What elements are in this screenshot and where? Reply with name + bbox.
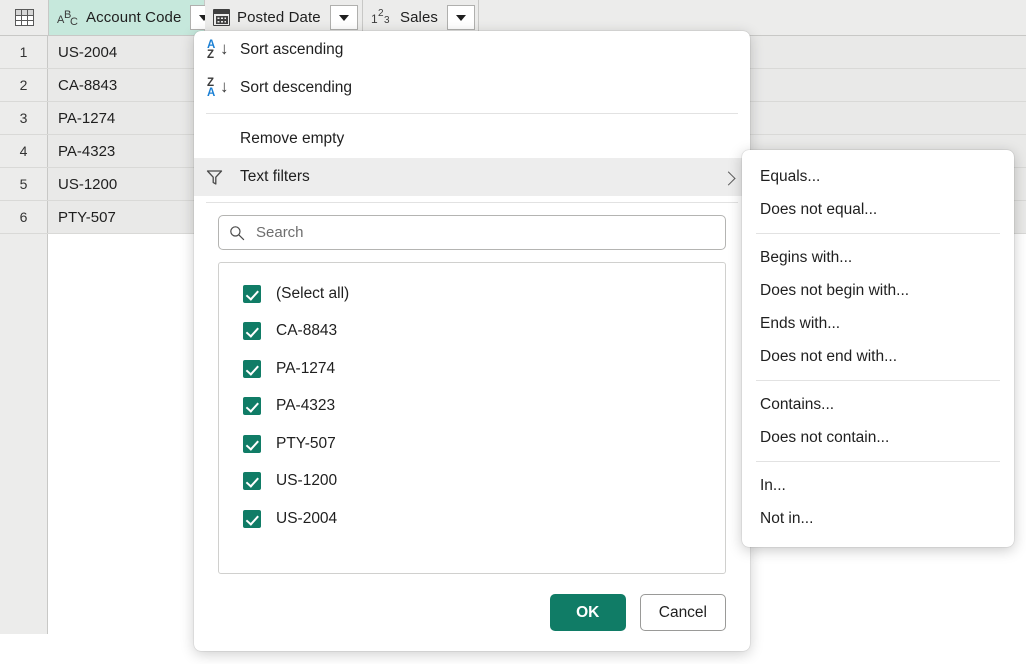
submenu-item-begins-with[interactable]: Begins with... bbox=[742, 241, 1014, 274]
list-item[interactable]: PA-4323 bbox=[219, 388, 725, 426]
column-header-posted-date[interactable]: Posted Date bbox=[205, 0, 363, 35]
menu-item-sort-descending[interactable]: ZA↓ Sort descending bbox=[194, 69, 750, 107]
submenu-item-in[interactable]: In... bbox=[742, 469, 1014, 502]
table-grid-icon bbox=[15, 9, 34, 26]
checkbox-checked-icon[interactable] bbox=[243, 510, 261, 528]
menu-item-label: Text filters bbox=[240, 168, 750, 186]
column-filter-dropdown-menu: AZ↓ Sort ascending ZA↓ Sort descending R… bbox=[194, 31, 750, 651]
column-header-label: Account Code bbox=[86, 9, 181, 26]
column-filter-button-posted-date[interactable] bbox=[330, 5, 358, 30]
checkbox-checked-icon[interactable] bbox=[243, 360, 261, 378]
filter-value-list[interactable]: (Select all) CA-8843 PA-1274 PA-4323 PTY… bbox=[218, 262, 726, 574]
menu-item-label: Remove empty bbox=[240, 130, 750, 148]
submenu-item-not-in[interactable]: Not in... bbox=[742, 502, 1014, 535]
submenu-separator bbox=[756, 233, 1000, 234]
checkbox-checked-icon[interactable] bbox=[243, 285, 261, 303]
cancel-button[interactable]: Cancel bbox=[640, 594, 726, 631]
funnel-filter-icon bbox=[206, 169, 240, 186]
menu-separator bbox=[206, 202, 738, 203]
submenu-item-contains[interactable]: Contains... bbox=[742, 388, 1014, 421]
column-header-account-code[interactable]: ABC Account Code bbox=[49, 0, 205, 35]
list-item[interactable]: PTY-507 bbox=[219, 425, 725, 463]
list-item-select-all[interactable]: (Select all) bbox=[219, 275, 725, 313]
list-item-label: US-1200 bbox=[276, 472, 337, 490]
ok-button[interactable]: OK bbox=[550, 594, 626, 631]
submenu-item-does-not-equal[interactable]: Does not equal... bbox=[742, 193, 1014, 226]
column-header-empty bbox=[479, 0, 1026, 35]
submenu-item-does-not-end-with[interactable]: Does not end with... bbox=[742, 340, 1014, 373]
checkbox-checked-icon[interactable] bbox=[243, 397, 261, 415]
row-number: 4 bbox=[0, 135, 48, 167]
menu-item-text-filters[interactable]: Text filters bbox=[194, 158, 750, 196]
row-number: 6 bbox=[0, 201, 48, 233]
checkbox-checked-icon[interactable] bbox=[243, 472, 261, 490]
abc-text-type-icon: ABC bbox=[57, 9, 79, 27]
list-item[interactable]: US-1200 bbox=[219, 463, 725, 501]
submenu-item-does-not-begin-with[interactable]: Does not begin with... bbox=[742, 274, 1014, 307]
menu-item-sort-ascending[interactable]: AZ↓ Sort ascending bbox=[194, 31, 750, 69]
column-header-sales[interactable]: 123 Sales bbox=[363, 0, 479, 35]
list-item-label: PTY-507 bbox=[276, 435, 336, 453]
row-number: 2 bbox=[0, 69, 48, 101]
column-header-label: Posted Date bbox=[237, 9, 321, 26]
search-box[interactable] bbox=[218, 215, 726, 250]
search-icon bbox=[229, 225, 245, 241]
calendar-date-type-icon bbox=[213, 9, 230, 26]
submenu-item-ends-with[interactable]: Ends with... bbox=[742, 307, 1014, 340]
dialog-button-row: OK Cancel bbox=[550, 594, 726, 631]
filter-caret-icon bbox=[339, 15, 349, 21]
list-item[interactable]: CA-8843 bbox=[219, 313, 725, 351]
list-item-label: PA-4323 bbox=[276, 397, 335, 415]
menu-item-remove-empty[interactable]: Remove empty bbox=[194, 120, 750, 158]
submenu-separator bbox=[756, 380, 1000, 381]
column-header-label: Sales bbox=[400, 9, 438, 26]
submenu-item-does-not-contain[interactable]: Does not contain... bbox=[742, 421, 1014, 454]
text-filters-submenu: Equals... Does not equal... Begins with.… bbox=[742, 150, 1014, 547]
sort-descending-icon: ZA↓ bbox=[206, 77, 240, 99]
menu-item-label: Sort descending bbox=[240, 79, 750, 97]
row-number: 1 bbox=[0, 36, 48, 68]
checkbox-checked-icon[interactable] bbox=[243, 322, 261, 340]
sort-ascending-icon: AZ↓ bbox=[206, 39, 240, 61]
submenu-item-equals[interactable]: Equals... bbox=[742, 160, 1014, 193]
row-number: 3 bbox=[0, 102, 48, 134]
column-filter-button-sales[interactable] bbox=[447, 5, 475, 30]
number-123-type-icon: 123 bbox=[371, 9, 393, 27]
list-item-label: PA-1274 bbox=[276, 360, 335, 378]
row-number: 5 bbox=[0, 168, 48, 200]
filter-caret-icon bbox=[456, 15, 466, 21]
checkbox-checked-icon[interactable] bbox=[243, 435, 261, 453]
menu-item-label: Sort ascending bbox=[240, 41, 750, 59]
list-item[interactable]: PA-1274 bbox=[219, 350, 725, 388]
search-input[interactable] bbox=[254, 223, 715, 242]
list-item-label: (Select all) bbox=[276, 285, 349, 303]
grid-corner-cell[interactable] bbox=[0, 0, 49, 35]
list-item-label: CA-8843 bbox=[276, 322, 337, 340]
menu-separator bbox=[206, 113, 738, 114]
list-item[interactable]: US-2004 bbox=[219, 500, 725, 538]
row-number-gutter-empty bbox=[0, 234, 48, 634]
submenu-separator bbox=[756, 461, 1000, 462]
list-item-label: US-2004 bbox=[276, 510, 337, 528]
